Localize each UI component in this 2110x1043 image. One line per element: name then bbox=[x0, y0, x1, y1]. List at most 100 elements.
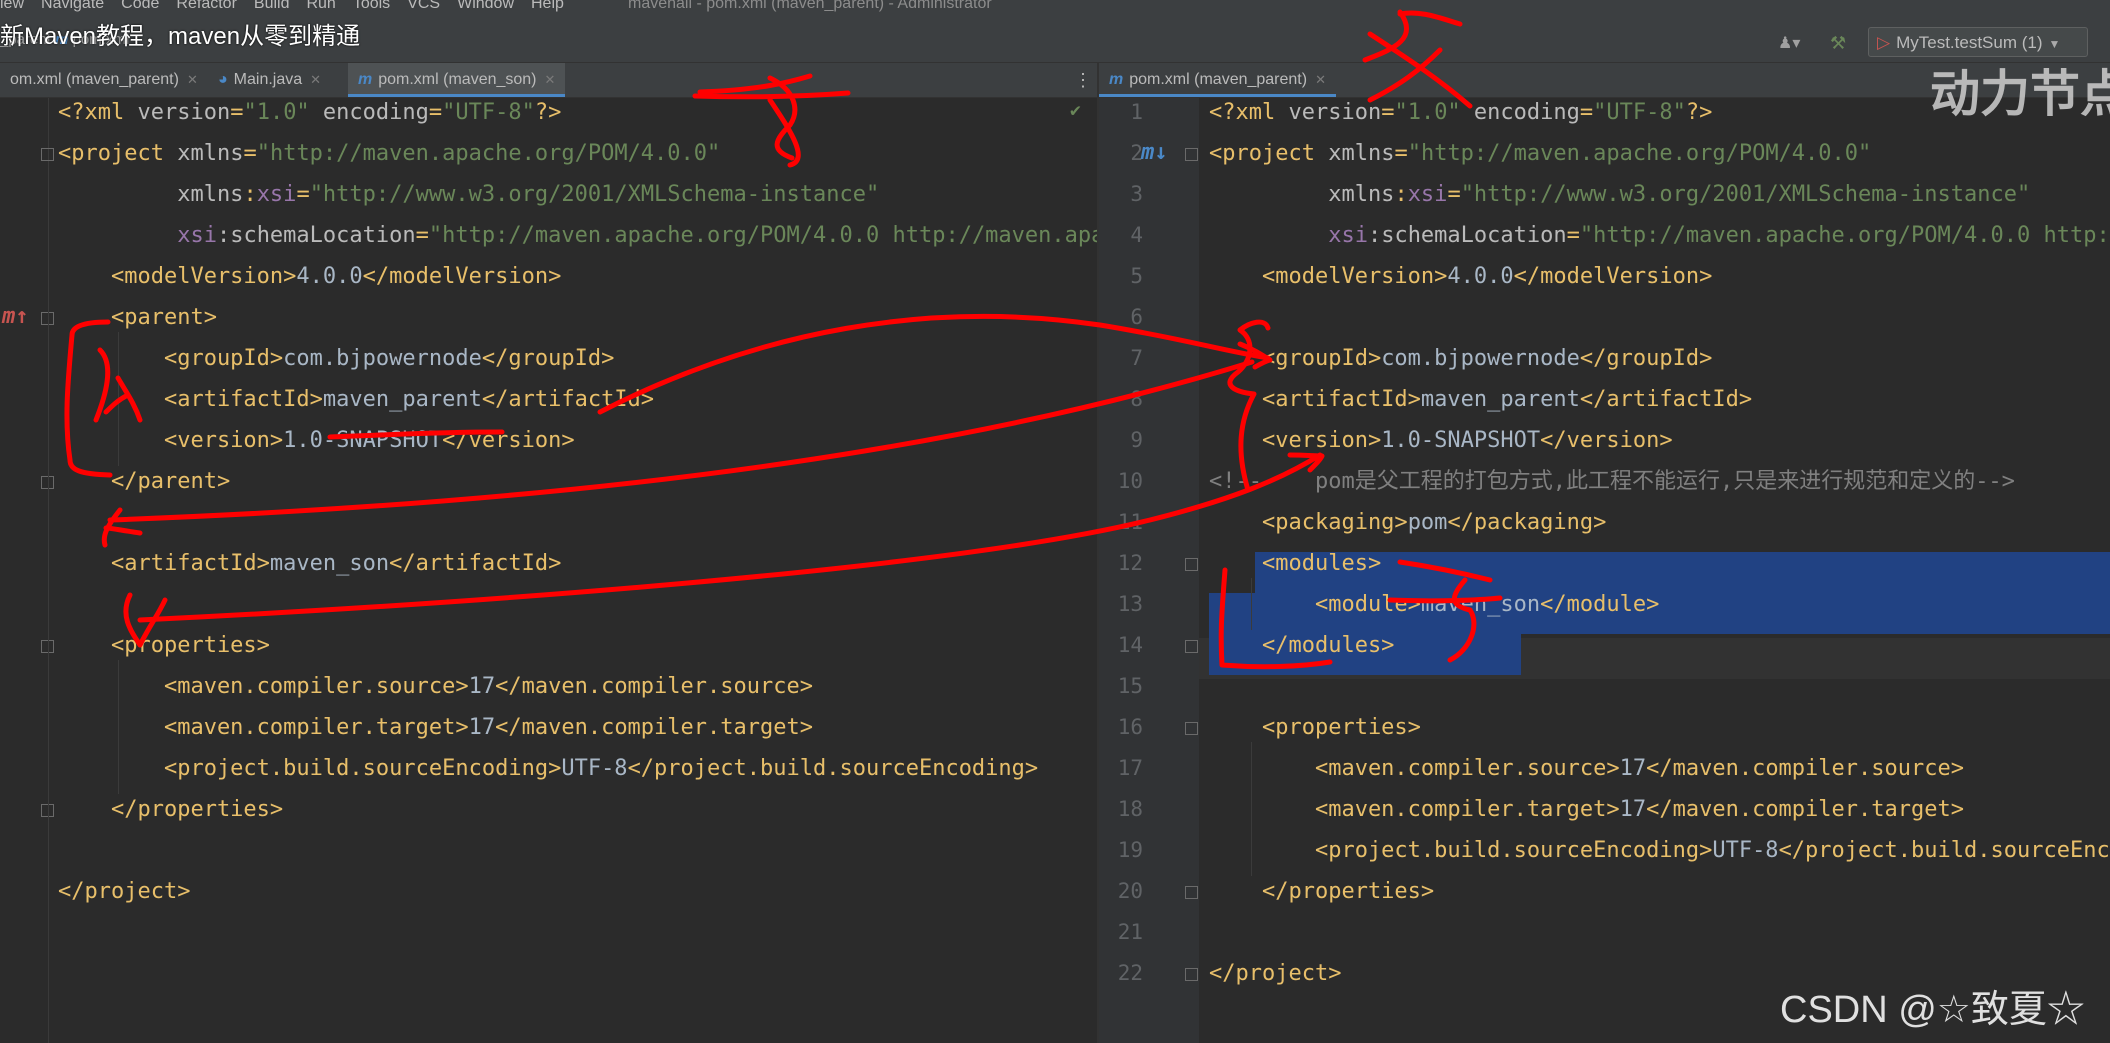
code-line[interactable]: </parent> bbox=[58, 461, 230, 502]
tab-pom-maven-parent-right[interactable]: m pom.xml (maven_parent) ✕ bbox=[1099, 63, 1336, 97]
menu-item[interactable]: Navigate bbox=[41, 0, 104, 12]
code-token: <properties> bbox=[1209, 715, 1421, 740]
code-token: 17 bbox=[468, 715, 496, 740]
code-line[interactable]: <artifactId>maven_parent</artifactId> bbox=[58, 379, 654, 420]
code-line[interactable]: <groupId>com.bjpowernode</groupId> bbox=[1209, 338, 1712, 379]
code-token: <artifactId> bbox=[58, 387, 323, 412]
code-line[interactable]: <groupId>com.bjpowernode</groupId> bbox=[58, 338, 614, 379]
fold-icon[interactable] bbox=[1185, 148, 1198, 161]
code-line[interactable]: <properties> bbox=[1209, 707, 1421, 748]
tab-pom-maven-son[interactable]: m pom.xml (maven_son) ✕ bbox=[348, 63, 566, 97]
menu-item[interactable]: iew bbox=[0, 0, 24, 12]
code-token: pom bbox=[1407, 510, 1448, 535]
menu-item[interactable]: Run bbox=[306, 0, 335, 12]
user-icon[interactable]: ♟▾ bbox=[1778, 33, 1808, 53]
left-editor[interactable]: <?xml version="1.0" encoding="UTF-8"?> <p… bbox=[0, 98, 1097, 1043]
check-icon: ✔ bbox=[1070, 100, 1081, 121]
fold-icon[interactable] bbox=[1185, 886, 1198, 899]
code-token: UTF-8 bbox=[1712, 838, 1779, 863]
line-number: 10 bbox=[1117, 469, 1143, 493]
code-token: </modelVersion> bbox=[1513, 264, 1713, 289]
menu-item[interactable]: Window bbox=[457, 0, 514, 12]
tab-pom-maven-parent-left[interactable]: om.xml (maven_parent) ✕ bbox=[0, 63, 208, 97]
code-token: </maven.compiler.source> bbox=[495, 674, 813, 699]
code-line[interactable]: <version>1.0-SNAPSHOT</version> bbox=[1209, 420, 1673, 461]
code-line[interactable]: xmlns:xsi="http://www.w3.org/2001/XMLSch… bbox=[1209, 174, 2030, 215]
code-line[interactable]: <modelVersion>4.0.0</modelVersion> bbox=[58, 256, 561, 297]
menu-item[interactable]: Build bbox=[254, 0, 290, 12]
close-icon[interactable]: ✕ bbox=[1315, 72, 1326, 87]
code-line[interactable]: </modules> bbox=[1209, 625, 1394, 666]
code-token: = bbox=[1579, 100, 1594, 125]
code-token: </parent> bbox=[58, 469, 231, 494]
close-icon[interactable]: ✕ bbox=[310, 72, 321, 87]
code-line[interactable]: <maven.compiler.source>17</maven.compile… bbox=[1209, 748, 1964, 789]
code-line[interactable]: <maven.compiler.target>17</maven.compile… bbox=[1209, 789, 1964, 830]
code-line[interactable]: </project> bbox=[58, 871, 190, 912]
code-line[interactable]: <artifactId>maven_parent</artifactId> bbox=[1209, 379, 1752, 420]
code-token: com.bjpowernode bbox=[283, 346, 482, 371]
tab-label: pom.xml (maven_parent) bbox=[1129, 71, 1308, 88]
fold-icon[interactable] bbox=[1185, 968, 1198, 981]
code-line[interactable]: <properties> bbox=[58, 625, 270, 666]
kebab-menu-icon[interactable]: ⋮ bbox=[1074, 63, 1092, 97]
code-token: :schemaLocation bbox=[1367, 223, 1567, 248]
menu-item[interactable]: VCS bbox=[407, 0, 440, 12]
code-line[interactable]: <maven.compiler.source>17</maven.compile… bbox=[58, 666, 813, 707]
code-token: </modelVersion> bbox=[362, 264, 562, 289]
tab-main-java[interactable]: ◕ Main.java ✕ bbox=[208, 63, 331, 97]
close-icon[interactable]: ✕ bbox=[545, 72, 556, 87]
maven-parent-nav-icon[interactable]: m↑ bbox=[2, 304, 29, 329]
line-number: 7 bbox=[1130, 346, 1143, 370]
code-token: </artifactId> bbox=[389, 551, 562, 576]
hammer-icon[interactable]: ⚒ bbox=[1830, 33, 1850, 53]
watermark-logo: 动力节点 bbox=[1930, 66, 2110, 122]
fold-icon[interactable] bbox=[41, 148, 54, 161]
line-number: 6 bbox=[1130, 305, 1143, 329]
menu-item[interactable]: Code bbox=[121, 0, 159, 12]
maven-child-nav-icon[interactable]: m↓ bbox=[1141, 140, 1168, 165]
code-line[interactable]: <project.build.sourceEncoding>UTF-8</pro… bbox=[1209, 830, 2110, 871]
code-line[interactable]: <project xmlns="http://maven.apache.org/… bbox=[58, 133, 720, 174]
code-line[interactable]: </properties> bbox=[58, 789, 283, 830]
code-line[interactable]: <maven.compiler.target>17</maven.compile… bbox=[58, 707, 813, 748]
code-token: <packaging> bbox=[1209, 510, 1408, 535]
close-icon[interactable]: ✕ bbox=[187, 72, 198, 87]
code-token: <parent> bbox=[58, 305, 217, 330]
code-line[interactable]: <packaging>pom</packaging> bbox=[1209, 502, 1606, 543]
code-line[interactable]: <!-- pom是父工程的打包方式,此工程不能运行,只是来进行规范和定义的--> bbox=[1209, 461, 2015, 502]
code-token: <project.build.sourceEncoding> bbox=[1209, 838, 1713, 863]
code-line[interactable]: <modelVersion>4.0.0</modelVersion> bbox=[1209, 256, 1712, 297]
line-number: 9 bbox=[1130, 428, 1143, 452]
left-gutter bbox=[0, 98, 49, 1043]
code-token: <modelVersion> bbox=[1209, 264, 1448, 289]
code-token: <maven.compiler.target> bbox=[58, 715, 469, 740]
line-number: 21 bbox=[1117, 920, 1143, 944]
code-line[interactable]: <parent> bbox=[58, 297, 217, 338]
code-line[interactable]: <project xmlns="http://maven.apache.org/… bbox=[1209, 133, 1871, 174]
code-line[interactable]: <project.build.sourceEncoding>UTF-8</pro… bbox=[58, 748, 1038, 789]
code-line[interactable]: <module>maven_son</module> bbox=[1209, 584, 1659, 625]
code-line[interactable]: </properties> bbox=[1209, 871, 1434, 912]
right-editor[interactable]: <?xml version="1.0" encoding="UTF-8"?> 1 <… bbox=[1099, 98, 2110, 1043]
code-line[interactable]: xsi:schemaLocation="http://maven.apache.… bbox=[58, 215, 1097, 256]
menu-item[interactable]: Refactor bbox=[176, 0, 236, 12]
fold-icon[interactable] bbox=[1185, 722, 1198, 735]
code-line[interactable]: <version>1.0-SNAPSHOT</version> bbox=[58, 420, 575, 461]
menu-item[interactable]: Tools bbox=[353, 0, 390, 12]
code-line[interactable]: <?xml version="1.0" encoding="UTF-8"?> bbox=[1209, 98, 1712, 133]
line-number: 18 bbox=[1117, 797, 1143, 821]
code-line[interactable]: <modules> bbox=[1209, 543, 1381, 584]
run-config-select[interactable]: ▷ MyTest.testSum (1) ▼ bbox=[1868, 27, 2088, 57]
menu-item[interactable]: Help bbox=[531, 0, 564, 12]
code-token: xsi bbox=[1407, 182, 1448, 207]
fold-icon[interactable] bbox=[1185, 640, 1198, 653]
fold-icon[interactable] bbox=[1185, 558, 1198, 571]
code-line[interactable]: xmlns:xsi="http://www.w3.org/2001/XMLSch… bbox=[58, 174, 879, 215]
code-line[interactable]: <artifactId>maven_son</artifactId> bbox=[58, 543, 561, 584]
run-config-icon: ▷ bbox=[1877, 33, 1891, 52]
code-line[interactable]: </project> bbox=[1209, 953, 1341, 994]
line-number: 22 bbox=[1117, 961, 1143, 985]
code-line[interactable]: <?xml version="1.0" encoding="UTF-8"?> bbox=[58, 98, 561, 133]
code-line[interactable]: xsi:schemaLocation="http://maven.apache.… bbox=[1209, 215, 2110, 256]
